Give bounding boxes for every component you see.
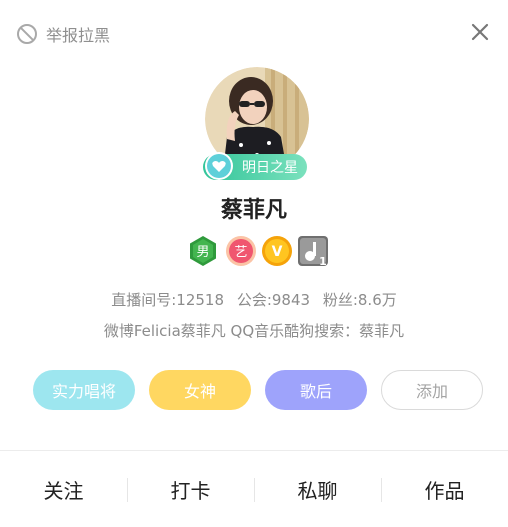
guild-id: 公会:9843 — [236, 291, 311, 309]
block-icon — [17, 24, 37, 44]
report-block-label: 举报拉黑 — [46, 26, 111, 45]
works-button[interactable]: 作品 — [381, 451, 508, 527]
tag-diva: 歌后 — [265, 370, 367, 410]
rank-badge: 明日之星 — [203, 152, 307, 180]
heart-icon — [205, 152, 233, 180]
action-bar: 关注 打卡 私聊 作品 — [0, 451, 508, 527]
music-level-text: 1 — [319, 255, 327, 268]
user-name: 蔡菲凡 — [220, 198, 287, 223]
room-id: 直播间号:12518 — [111, 291, 225, 309]
check-in-button[interactable]: 打卡 — [127, 451, 254, 527]
close-icon[interactable] — [468, 20, 492, 44]
gender-badge-text: 男 — [196, 245, 209, 260]
fans-count: 粉丝:8.6万 — [322, 291, 397, 309]
stats-line: 直播间号:12518 公会:9843 粉丝:8.6万 — [0, 289, 508, 310]
profile-card: 举报拉黑 明日之星 蔡菲凡 男 艺 V 1 直播间号:12518 公会:9843… — [0, 0, 508, 527]
rank-label: 明日之星 — [242, 160, 298, 176]
report-block-button[interactable]: 举报拉黑 — [16, 22, 110, 46]
vip-badge-icon: V — [262, 236, 292, 266]
follow-button[interactable]: 关注 — [0, 451, 127, 527]
private-message-button[interactable]: 私聊 — [254, 451, 381, 527]
art-badge-icon: 艺 — [226, 236, 256, 266]
art-badge-text: 艺 — [234, 245, 247, 260]
tag-goddess: 女神 — [149, 370, 251, 410]
bio-line: 微博Felicia蔡菲凡 QQ音乐酷狗搜索：蔡菲凡 — [103, 322, 405, 340]
vip-badge-text: V — [272, 244, 283, 260]
music-level-badge-icon: 1 — [298, 236, 328, 268]
add-tag-button[interactable]: 添加 — [381, 370, 483, 410]
tag-strength-singer: 实力唱将 — [33, 370, 135, 410]
gender-male-badge-icon: 男 — [190, 236, 216, 266]
